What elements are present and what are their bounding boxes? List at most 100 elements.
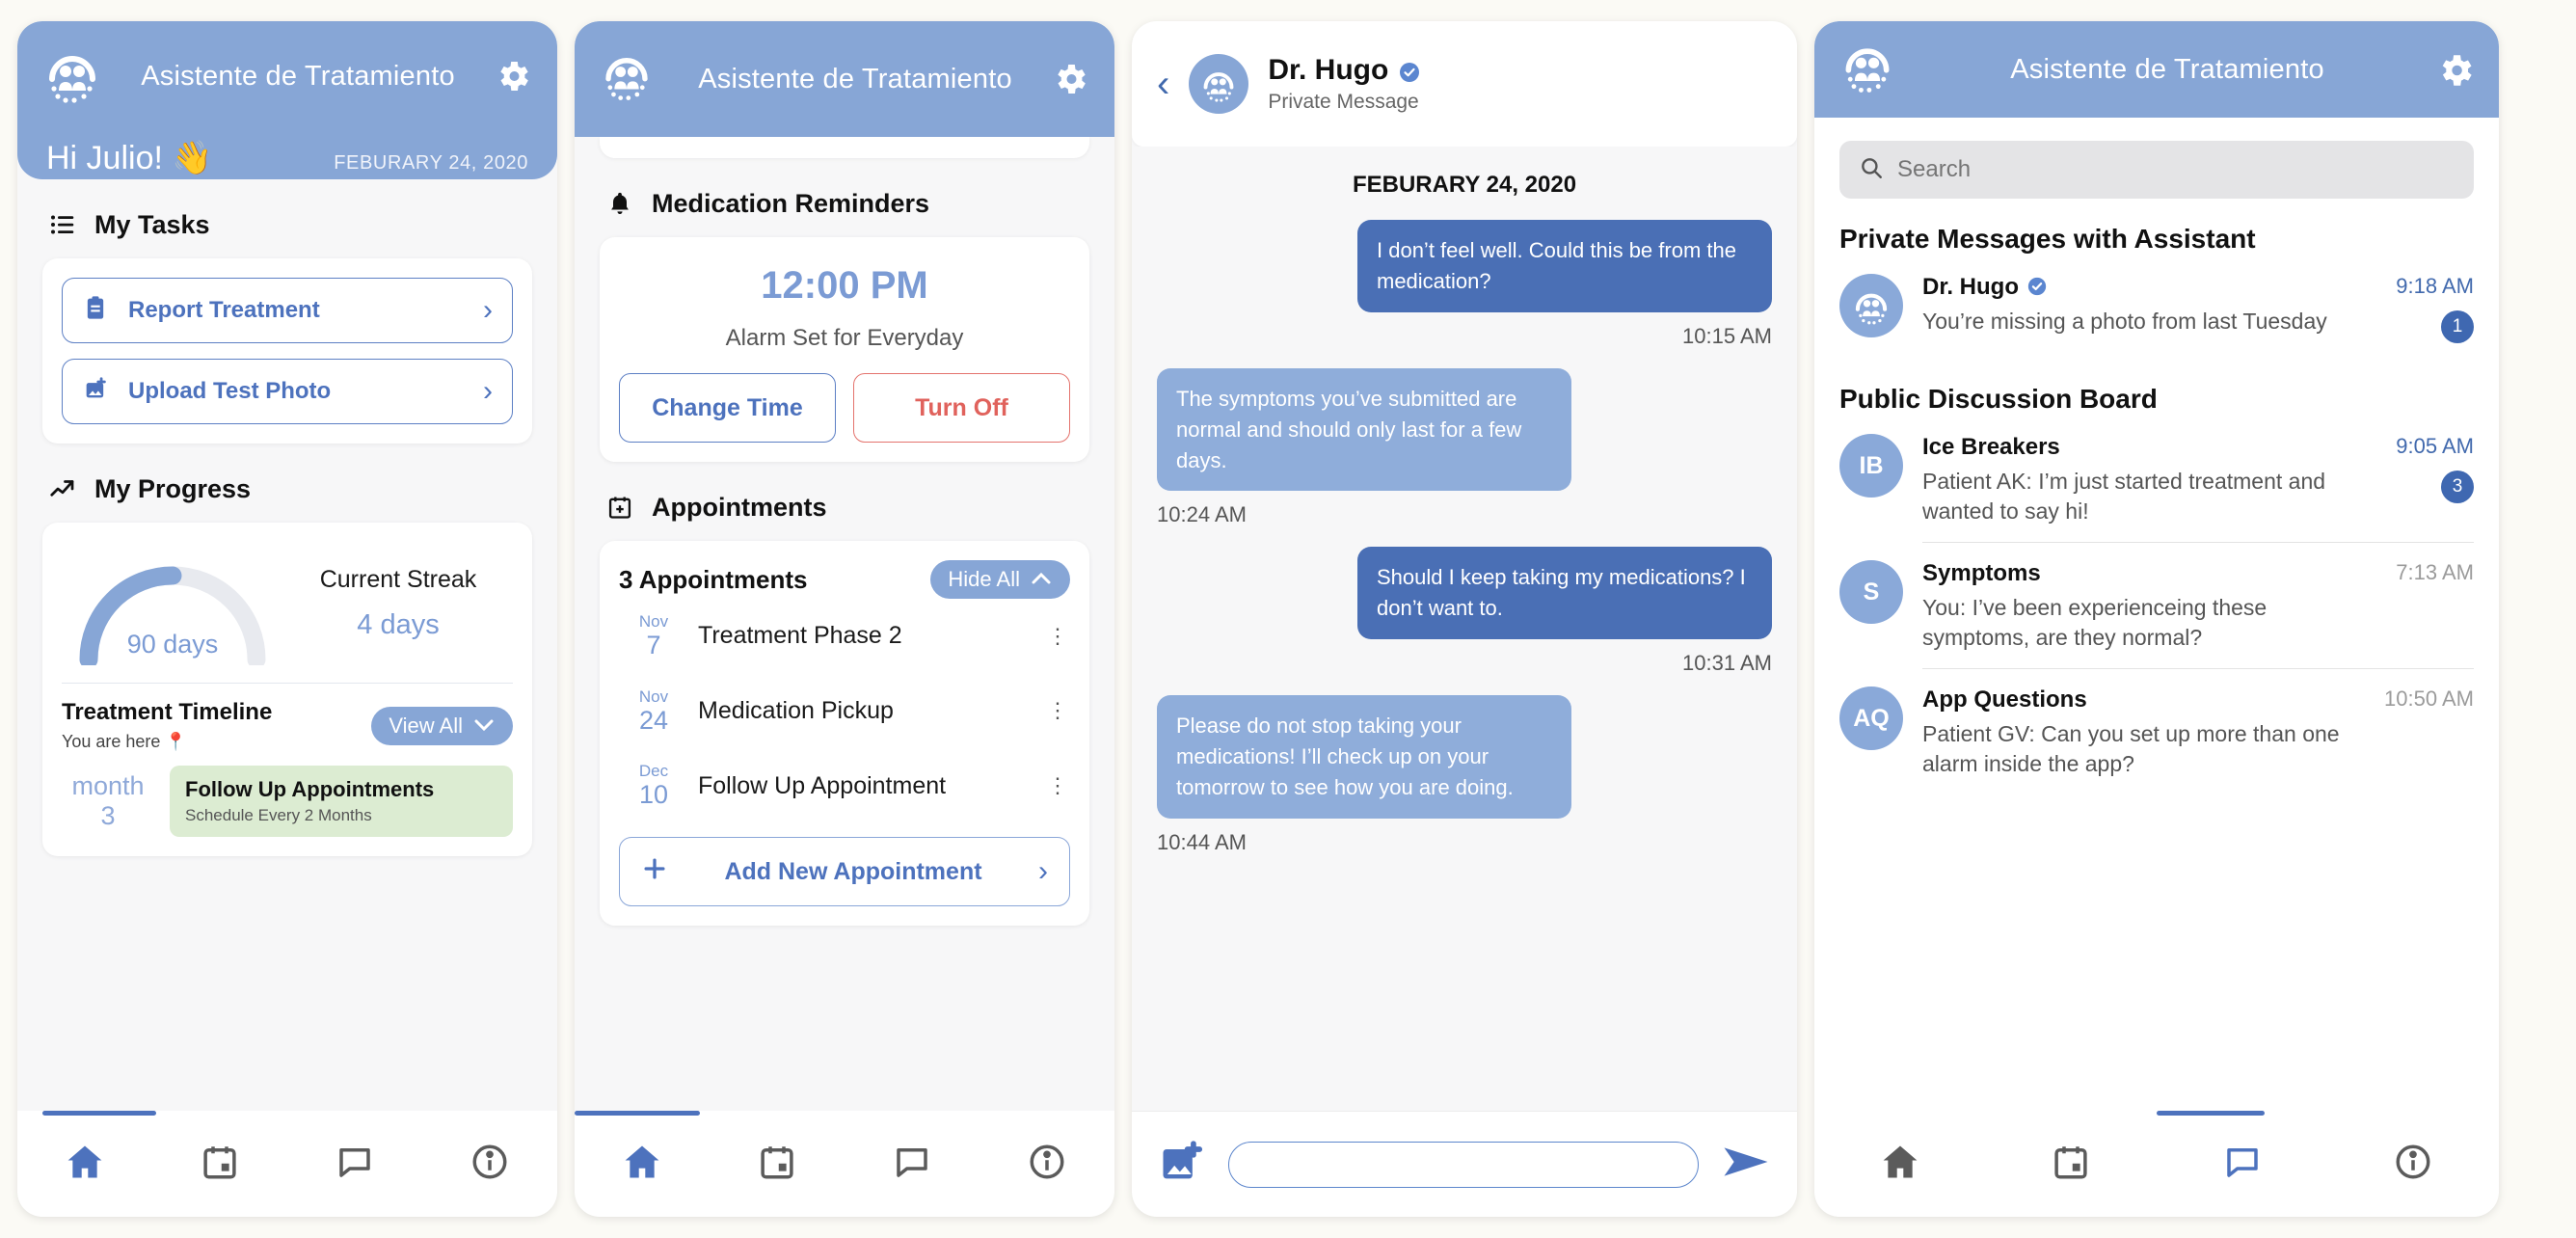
my-tasks-title: My Tasks	[94, 209, 210, 239]
nav-info[interactable]	[422, 1142, 557, 1187]
app-title: Asistente de Tratamiento	[141, 60, 455, 92]
medication-section-header: Medication Reminders	[604, 187, 1089, 220]
kebab-menu-icon[interactable]: ⋮	[1045, 775, 1070, 796]
info-icon	[1027, 1142, 1067, 1187]
appointment-row[interactable]: Dec 10 Follow Up Appointment ⋮	[619, 748, 1070, 823]
search-field[interactable]	[1897, 156, 2455, 183]
phone-screen-home: Asistente de Tratamiento Hi Julio! 👋 FEB…	[17, 21, 557, 1217]
list-item[interactable]: S Symptoms You: I’ve been experienceing …	[1814, 543, 2499, 668]
chat-timestamp: 10:44 AM	[1157, 829, 1247, 854]
kebab-menu-icon[interactable]: ⋮	[1045, 700, 1070, 721]
chat-subtitle: Private Message	[1268, 91, 1419, 113]
chat-bubble: I don’t feel well. Could this be from th…	[1357, 220, 1772, 312]
appointment-month: Nov	[638, 612, 669, 631]
nav-chat[interactable]	[287, 1142, 422, 1187]
home-icon	[1879, 1141, 1921, 1188]
upload-test-photo-button[interactable]: Upload Test Photo ›	[62, 359, 513, 424]
app-title: Asistente de Tratamiento	[2010, 53, 2324, 85]
list-item[interactable]: IB Ice Breakers Patient AK: I’m just sta…	[1814, 428, 2499, 542]
progress-divider	[62, 683, 513, 684]
unread-badge: 3	[2441, 471, 2474, 503]
timeline-chip[interactable]: Follow Up Appointments Schedule Every 2 …	[170, 766, 513, 837]
add-photo-icon	[82, 375, 109, 409]
nav-info[interactable]	[979, 1142, 1114, 1187]
chat-message-incoming: The symptoms you’ve submitted are normal…	[1157, 367, 1772, 528]
kebab-menu-icon[interactable]: ⋮	[1045, 625, 1070, 646]
appointment-date: Nov 7	[619, 612, 688, 660]
chat-input-field[interactable]	[1229, 1142, 1698, 1187]
info-icon	[2393, 1142, 2433, 1187]
chat-message-outgoing: Should I keep taking my medications? I d…	[1157, 547, 1772, 676]
appointment-day: 10	[638, 780, 669, 810]
gear-icon[interactable]	[494, 57, 532, 95]
my-progress-section-header: My Progress	[46, 472, 532, 505]
add-image-icon[interactable]	[1157, 1137, 1207, 1192]
chevron-up-icon	[1030, 567, 1053, 592]
back-chevron-icon[interactable]: ‹	[1157, 65, 1169, 103]
appointment-day: 7	[646, 631, 661, 659]
timeline-month: month 3	[62, 771, 154, 831]
tasks-card: Report Treatment › Upload Test Photo ›	[42, 258, 532, 444]
chat-timestamp: 10:24 AM	[1157, 502, 1247, 527]
list-item-title: App Questions	[1922, 686, 2087, 713]
nav-chat[interactable]	[845, 1142, 979, 1187]
report-treatment-button[interactable]: Report Treatment ›	[62, 278, 513, 343]
gear-icon[interactable]	[2435, 50, 2474, 89]
nav-home[interactable]	[1814, 1141, 1986, 1188]
chat-contact-name: Dr. Hugo	[1268, 54, 1389, 86]
appointment-month: Nov	[638, 686, 669, 706]
list-item-preview: Patient GV: Can you set up more than one…	[1922, 721, 2340, 777]
chat-timestamp: 10:31 AM	[1682, 651, 1772, 676]
medication-section-title: Medication Reminders	[652, 188, 930, 218]
list-item[interactable]: AQ App Questions Patient GV: Can you set…	[1814, 669, 2499, 794]
list-item[interactable]: Dr. Hugo You’re missing a photo from las…	[1814, 268, 2499, 359]
turn-off-button[interactable]: Turn Off	[853, 373, 1070, 443]
upload-test-photo-label: Upload Test Photo	[128, 378, 332, 404]
send-icon[interactable]	[1720, 1140, 1772, 1189]
calendar-icon	[2051, 1142, 2091, 1187]
bottom-nav-meds	[575, 1111, 1114, 1217]
list-icon	[46, 208, 79, 241]
add-new-appointment-button[interactable]: Add New Appointment ›	[619, 837, 1070, 907]
appointment-row[interactable]: Nov 24 Medication Pickup ⋮	[619, 674, 1070, 749]
change-time-button[interactable]: Change Time	[619, 373, 836, 443]
chat-icon	[335, 1142, 375, 1187]
nav-info[interactable]	[2328, 1142, 2500, 1187]
chevron-right-icon: ›	[483, 294, 493, 326]
timeline-month-label: month	[71, 770, 145, 800]
bottom-nav-home	[17, 1111, 557, 1217]
phone-screen-messages: Asistente de Tratamiento Private Message…	[1814, 21, 2499, 1217]
chat-composer	[1132, 1111, 1797, 1217]
view-all-button[interactable]: View All	[371, 706, 513, 745]
chat-header: ‹ Dr. Hugo Private Message	[1132, 21, 1797, 147]
app-header-home: Asistente de Tratamiento Hi Julio! 👋 FEB…	[17, 21, 557, 179]
list-item-title: Ice Breakers	[1922, 434, 2060, 460]
hide-all-button[interactable]: Hide All	[930, 560, 1070, 599]
chat-bubble: The symptoms you’ve submitted are normal…	[1157, 367, 1571, 492]
chat-date-divider: FEBURARY 24, 2020	[1352, 172, 1577, 198]
nav-active-indicator	[575, 1111, 700, 1116]
people-circle-logo	[600, 49, 659, 109]
medication-subtitle: Alarm Set for Everyday	[725, 325, 964, 351]
nav-home[interactable]	[17, 1141, 152, 1188]
chat-message-input[interactable]	[1228, 1141, 1699, 1188]
search-input[interactable]	[1839, 141, 2474, 199]
my-tasks-section-header: My Tasks	[46, 208, 532, 241]
gear-icon[interactable]	[1051, 60, 1089, 98]
nav-calendar[interactable]	[1986, 1142, 2158, 1187]
public-discussion-section-title: Public Discussion Board	[1839, 384, 2158, 414]
info-icon	[470, 1142, 510, 1187]
chat-icon	[2222, 1142, 2263, 1187]
nav-chat[interactable]	[2157, 1142, 2328, 1187]
list-item-title: Dr. Hugo	[1922, 274, 2019, 300]
chat-icon	[892, 1142, 932, 1187]
gauge-label: 90 days	[126, 630, 219, 659]
hide-all-label: Hide All	[948, 567, 1020, 591]
nav-calendar[interactable]	[152, 1142, 287, 1187]
appointment-row[interactable]: Nov 7 Treatment Phase 2 ⋮	[619, 599, 1070, 674]
appointment-date: Nov 24	[619, 687, 688, 736]
nav-home[interactable]	[575, 1141, 710, 1188]
nav-calendar[interactable]	[710, 1142, 845, 1187]
list-item-preview: You’re missing a photo from last Tuesday	[1922, 309, 2327, 334]
home-icon	[64, 1141, 106, 1188]
